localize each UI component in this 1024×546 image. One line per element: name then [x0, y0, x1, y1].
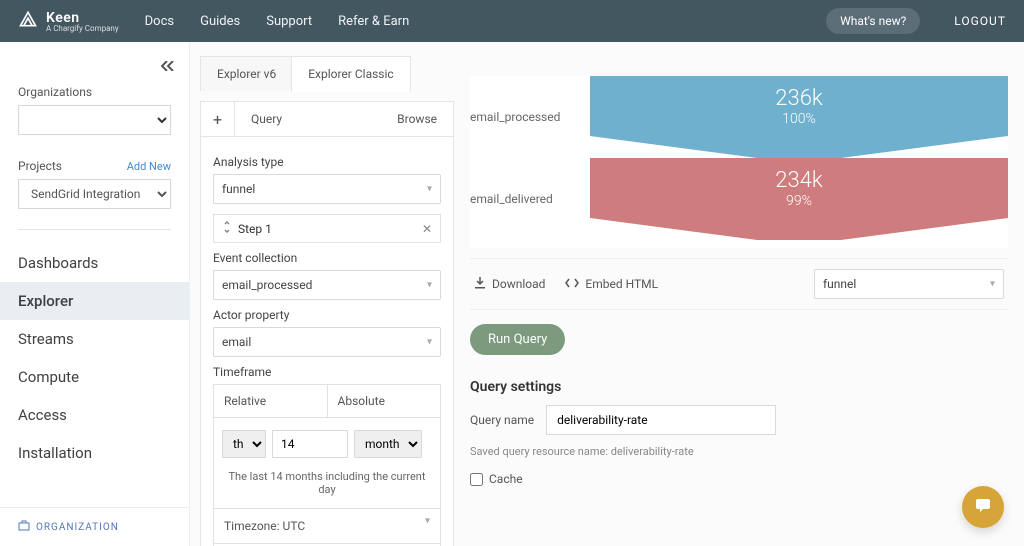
sidebar-menu: Dashboards Explorer Streams Compute Acce… [0, 244, 189, 472]
saved-query-note: Saved query resource name: deliverabilit… [470, 445, 1008, 458]
sidebar-item-streams[interactable]: Streams [0, 320, 189, 358]
actor-property-select[interactable]: email ▾ [213, 327, 441, 357]
nav-refer[interactable]: Refer & Earn [338, 14, 409, 29]
funnel-step-label-0: email_processed [470, 110, 590, 124]
funnel-bar-1: 234k 99% [590, 158, 1008, 218]
logout-link[interactable]: LOGOUT [954, 14, 1006, 28]
download-button[interactable]: Download [474, 277, 545, 292]
organization-footer-label: ORGANIZATION [36, 522, 119, 533]
chevron-down-icon: ▾ [427, 280, 432, 291]
funnel-bar-0: 236k 100% [590, 76, 1008, 136]
event-collection-label: Event collection [213, 251, 441, 265]
timeframe-label: Timeframe [213, 365, 441, 379]
sidebar-item-dashboards[interactable]: Dashboards [0, 244, 189, 282]
funnel-step-label-1: email_delivered [470, 192, 590, 206]
visualization-type-value: funnel [823, 277, 856, 291]
add-project-link[interactable]: Add New [127, 160, 171, 173]
actor-property-label: Actor property [213, 308, 441, 322]
intercom-launcher[interactable] [962, 486, 1004, 528]
funnel-value-1: 234k [775, 168, 822, 193]
projects-label: Projects [18, 159, 62, 173]
timeframe-tab-relative[interactable]: Relative [214, 385, 328, 417]
embed-html-button[interactable]: Embed HTML [565, 277, 658, 291]
cache-checkbox[interactable] [470, 473, 483, 486]
funnel-step-1[interactable]: Step 1 ✕ [213, 214, 441, 243]
cache-label: Cache [489, 472, 523, 486]
funnel-connector-0 [590, 136, 1008, 158]
nav-docs[interactable]: Docs [145, 14, 174, 29]
funnel-connector-1 [590, 218, 1008, 240]
brand-logo[interactable]: Keen A Chargify Company [18, 9, 119, 33]
organization-footer[interactable]: ORGANIZATION [0, 507, 190, 546]
query-name-input[interactable] [546, 405, 776, 435]
chevron-down-icon: ▾ [427, 337, 432, 348]
sidebar-item-compute[interactable]: Compute [0, 358, 189, 396]
chevron-down-icon: ▾ [990, 279, 995, 290]
sidebar-item-access[interactable]: Access [0, 396, 189, 434]
collapse-sidebar-icon[interactable] [161, 60, 175, 75]
timeframe-tab-absolute[interactable]: Absolute [328, 385, 441, 417]
whats-new-button[interactable]: What's new? [826, 8, 920, 34]
timeframe-amount-input[interactable] [272, 430, 348, 458]
actor-property-value: email [222, 335, 251, 349]
visualization-type-select[interactable]: funnel ▾ [814, 269, 1004, 299]
funnel-step-label: Step 1 [238, 222, 272, 236]
chat-icon [973, 495, 993, 519]
funnel-percent-1: 99% [786, 193, 812, 209]
event-collection-select[interactable]: email_processed ▾ [213, 270, 441, 300]
funnel-percent-0: 100% [782, 111, 816, 127]
chevron-down-icon: ▾ [427, 184, 432, 195]
timeframe-unit-select[interactable]: months [354, 430, 422, 458]
code-icon [565, 277, 579, 291]
analysis-type-value: funnel [222, 182, 255, 196]
funnel-chart: email_processed 236k 100% email_delivere… [470, 76, 1008, 248]
funnel-value-0: 236k [775, 86, 822, 111]
explorer-tabs: Explorer v6 Explorer Classic [200, 56, 411, 91]
sidebar-item-explorer[interactable]: Explorer [0, 282, 189, 320]
tab-explorer-classic[interactable]: Explorer Classic [291, 56, 410, 92]
timezone-select[interactable]: Timezone: UTC ▾ [213, 509, 441, 544]
organizations-select[interactable] [18, 105, 171, 135]
run-query-button[interactable]: Run Query [470, 324, 565, 355]
analysis-type-label: Analysis type [213, 155, 441, 169]
download-label: Download [492, 277, 545, 291]
timezone-value: Timezone: UTC [224, 519, 305, 533]
event-collection-value: email_processed [222, 278, 312, 292]
keen-logo-icon [18, 9, 38, 33]
timeframe-relativity-select[interactable]: this [222, 430, 266, 458]
remove-step-icon[interactable]: ✕ [422, 222, 432, 236]
panel-tab-query[interactable]: Query [235, 102, 298, 136]
query-name-label: Query name [470, 413, 534, 427]
download-icon [474, 277, 486, 292]
embed-label: Embed HTML [585, 277, 658, 291]
query-settings-heading: Query settings [470, 379, 1008, 395]
top-nav: Keen A Chargify Company Docs Guides Supp… [0, 0, 1024, 42]
briefcase-icon [18, 520, 30, 534]
organizations-label: Organizations [18, 85, 92, 99]
chevron-down-icon: ▾ [425, 515, 430, 526]
projects-select[interactable]: SendGrid Integration [18, 179, 171, 209]
panel-tab-browse[interactable]: Browse [381, 102, 453, 136]
analysis-type-select[interactable]: funnel ▾ [213, 174, 441, 204]
nav-guides[interactable]: Guides [200, 14, 240, 29]
nav-support[interactable]: Support [266, 14, 312, 29]
brand-subtitle: A Chargify Company [46, 24, 119, 33]
tab-explorer-v6[interactable]: Explorer v6 [201, 57, 292, 91]
sidebar-item-installation[interactable]: Installation [0, 434, 189, 472]
new-query-button[interactable]: + [201, 102, 235, 136]
sidebar: Organizations Projects Add New SendGrid … [0, 42, 190, 546]
timeframe-description: The last 14 months including the current… [222, 470, 432, 496]
reorder-icon [222, 221, 232, 236]
